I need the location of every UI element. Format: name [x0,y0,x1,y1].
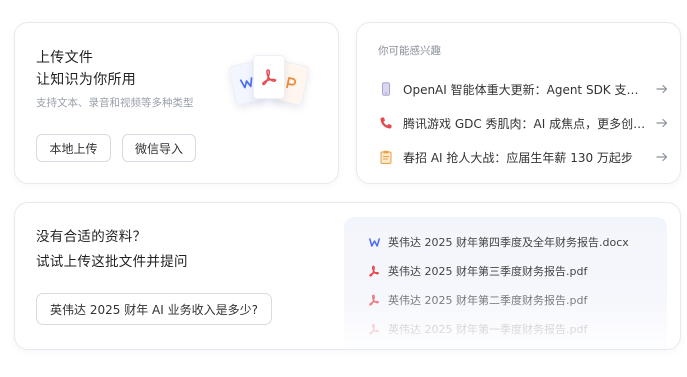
telephone-icon [378,115,394,131]
suggested-question-button[interactable]: 英伟达 2025 财年 AI 业务收入是多少? [36,293,272,325]
suggestion-card: 没有合适的资料？ 试试上传这批文件并提问 英伟达 2025 财年 AI 业务收入… [14,202,681,350]
pdf-file-icon [368,294,380,306]
file-name: 英伟达 2025 财年第四季度及全年财务报告.docx [388,236,629,249]
pdf-file-icon [368,323,380,335]
arrow-right-icon [656,117,668,129]
local-upload-button[interactable]: 本地上传 [36,134,111,162]
news-item[interactable]: 腾讯游戏 GDC 秀肌肉：AI 成焦点，更多创新技术亮相 [378,113,668,133]
interest-title: 你可能感兴趣 [378,45,441,57]
wechat-import-button[interactable]: 微信导入 [122,134,196,162]
file-name: 英伟达 2025 财年第二季度财务报告.pdf [388,294,588,307]
news-title: OpenAI 智能体重大更新：Agent SDK 支持多语言开发 [403,82,656,97]
suggestion-title: 没有合适的资料？ [36,229,147,245]
upload-subtitle: 支持文本、录音和视频等多种类型 [36,97,194,109]
news-item[interactable]: 春招 AI 抢人大战：应届生年薪 130 万起步 [378,147,668,167]
upload-card: 上传文件 让知识为你所用 支持文本、录音和视频等多种类型 本地上传 微信导入 [14,22,339,184]
suggestion-subtitle: 试试上传这批文件并提问 [36,254,188,270]
pdf-file-icon [368,265,380,277]
upload-title: 上传文件 [36,50,94,66]
upload-title-secondary: 让知识为你所用 [36,72,137,88]
arrow-right-icon [656,151,668,163]
news-item[interactable]: OpenAI 智能体重大更新：Agent SDK 支持多语言开发 [378,79,668,99]
arrow-right-icon [656,83,668,95]
file-name: 英伟达 2025 财年第一季度财务报告.pdf [388,323,588,336]
file-types-illustration [220,49,316,111]
file-item[interactable]: 英伟达 2025 财年第三季度财务报告.pdf [368,262,587,280]
sample-files-panel: 英伟达 2025 财年第四季度及全年财务报告.docx 英伟达 2025 财年第… [344,217,667,349]
clipboard-icon [378,149,394,165]
news-title: 春招 AI 抢人大战：应届生年薪 130 万起步 [403,150,633,165]
pdf-icon [253,55,285,99]
file-item[interactable]: 英伟达 2025 财年第一季度财务报告.pdf [368,320,587,338]
file-item[interactable]: 英伟达 2025 财年第四季度及全年财务报告.docx [368,233,629,251]
file-name: 英伟达 2025 财年第三季度财务报告.pdf [388,265,588,278]
interest-card: 你可能感兴趣 OpenAI 智能体重大更新：Agent SDK 支持多语言开发 … [356,22,681,184]
news-title: 腾讯游戏 GDC 秀肌肉：AI 成焦点，更多创新技术亮相 [403,116,656,131]
file-item[interactable]: 英伟达 2025 财年第二季度财务报告.pdf [368,291,587,309]
phone-device-icon [378,81,394,97]
word-file-icon [368,236,380,248]
